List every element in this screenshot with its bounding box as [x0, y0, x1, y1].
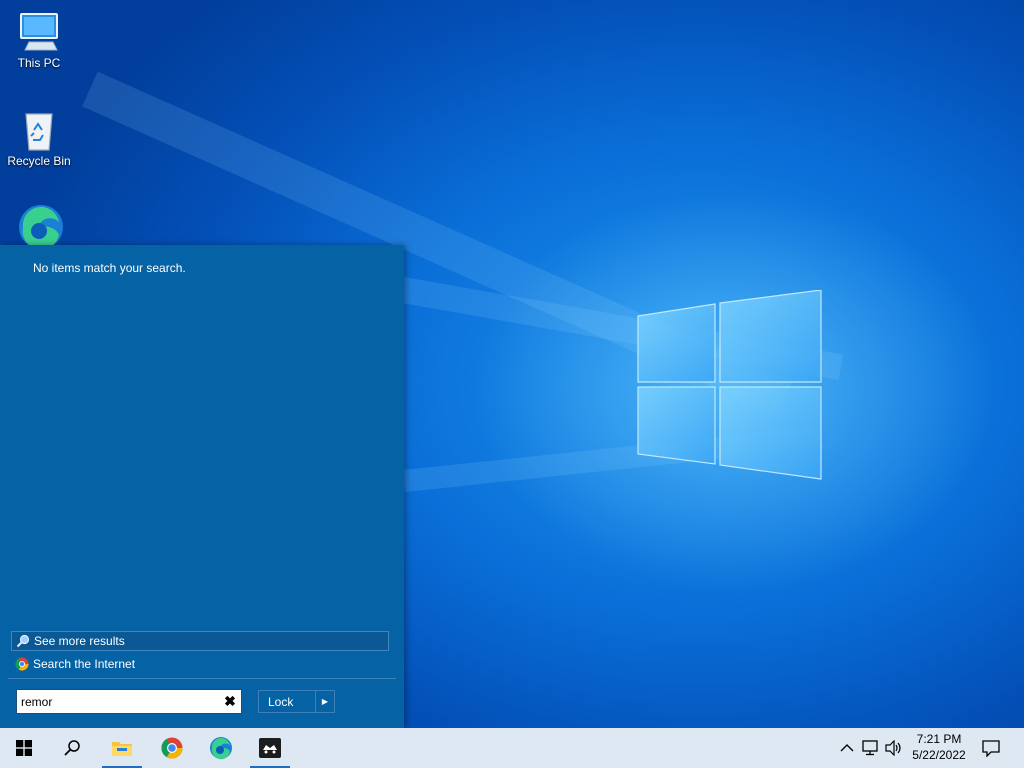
- search-input[interactable]: [17, 690, 225, 713]
- no-results-message: No items match your search.: [33, 261, 186, 275]
- taskbar-dark-app[interactable]: [247, 728, 293, 768]
- edge-icon: [210, 737, 232, 760]
- search-icon: [16, 634, 30, 648]
- taskbar: 7:21 PM 5/22/2022: [0, 728, 1024, 768]
- clear-search-icon[interactable]: ✖: [223, 694, 237, 708]
- lock-button[interactable]: Lock: [258, 690, 316, 713]
- search-button[interactable]: [49, 728, 95, 768]
- desktop-icon-edge[interactable]: [1, 203, 77, 250]
- windows-start-icon: [16, 740, 32, 756]
- folder-icon: [112, 742, 132, 756]
- power-options-arrow-icon[interactable]: ▶: [315, 690, 335, 713]
- start-button[interactable]: [1, 728, 47, 768]
- chrome-icon: [161, 737, 183, 759]
- taskbar-file-explorer[interactable]: [99, 728, 145, 768]
- network-icon[interactable]: [862, 738, 880, 758]
- clock[interactable]: 7:21 PM 5/22/2022: [906, 731, 972, 763]
- search-icon: [64, 740, 80, 756]
- desktop-icon-label: Recycle Bin: [7, 154, 71, 168]
- see-more-results-button[interactable]: See more results: [11, 631, 389, 651]
- desktop-icon-this-pc[interactable]: This PC: [1, 10, 77, 70]
- recycle-bin-icon: [17, 108, 61, 152]
- dark-app-icon: [259, 738, 281, 758]
- notification-icon[interactable]: [982, 738, 1000, 758]
- edge-icon: [17, 203, 63, 250]
- taskbar-edge[interactable]: [198, 728, 244, 768]
- clock-time: 7:21 PM: [916, 732, 962, 746]
- clock-date: 5/22/2022: [912, 748, 966, 762]
- lock-button-label: Lock: [268, 694, 294, 709]
- volume-icon[interactable]: [885, 738, 903, 758]
- desktop-icon-label: This PC: [17, 56, 61, 70]
- chrome-icon: [15, 657, 29, 671]
- search-internet-button[interactable]: Search the Internet: [11, 654, 389, 674]
- see-more-results-label: See more results: [34, 634, 125, 648]
- divider: [8, 678, 396, 679]
- start-search-panel: No items match your search. See more res…: [0, 245, 404, 728]
- search-box[interactable]: ✖: [16, 689, 242, 714]
- search-internet-label: Search the Internet: [33, 657, 136, 671]
- taskbar-chrome[interactable]: [149, 728, 195, 768]
- desktop-icon-recycle-bin[interactable]: Recycle Bin: [1, 108, 77, 168]
- windows-logo: [637, 290, 822, 480]
- chevron-up-icon[interactable]: [838, 738, 856, 758]
- this-pc-icon: [17, 10, 61, 54]
